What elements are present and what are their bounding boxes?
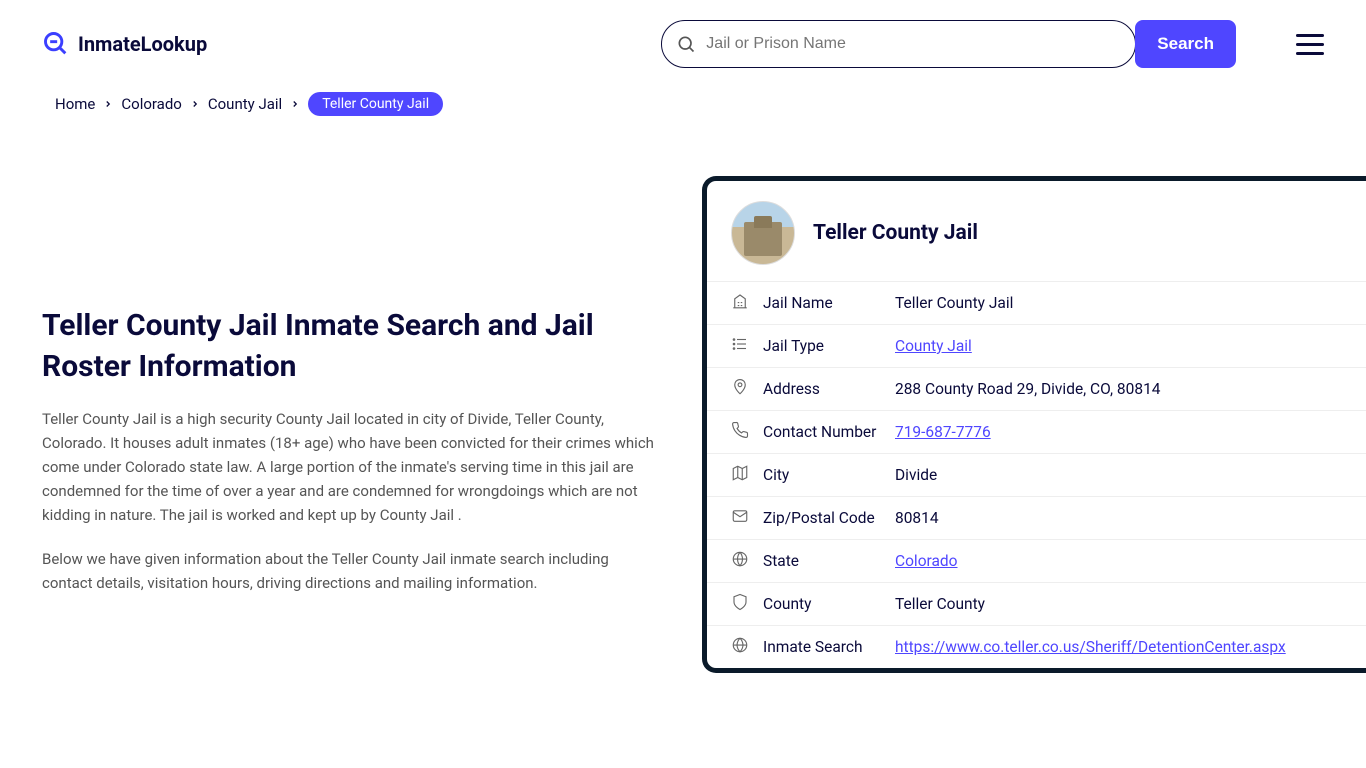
jail-info-card: Teller County Jail Jail Name Teller Count… [702,176,1366,673]
search-button[interactable]: Search [1135,20,1236,68]
search-icon [676,34,696,54]
row-value: Teller County [895,595,985,613]
info-row: State Colorado [707,539,1366,582]
row-value[interactable]: County Jail [895,337,972,355]
info-row: Jail Type County Jail [707,324,1366,367]
row-value: 288 County Road 29, Divide, CO, 80814 [895,380,1161,398]
pin-icon [731,378,749,400]
phone-icon [731,421,749,443]
magnifier-icon [42,30,70,58]
row-value[interactable]: https://www.co.teller.co.us/Sheriff/Dete… [895,638,1286,656]
intro-paragraph-1: Teller County Jail is a high security Co… [42,407,662,527]
search-box [661,20,1136,68]
brand-logo[interactable]: InmateLookup [42,30,207,58]
card-title: Teller County Jail [813,221,978,245]
shield-icon [731,593,749,615]
globe-icon [731,550,749,572]
row-label: Address [763,380,881,398]
breadcrumb-state[interactable]: Colorado [121,95,181,113]
jail-avatar [731,201,795,265]
map-icon [731,464,749,486]
row-label: State [763,552,881,570]
breadcrumb: Home Colorado County Jail Teller County … [0,92,1366,116]
info-row: Address 288 County Road 29, Divide, CO, 8… [707,367,1366,410]
breadcrumb-home[interactable]: Home [55,95,95,113]
info-row: City Divide [707,453,1366,496]
info-row: Jail Name Teller County Jail [707,281,1366,324]
row-value[interactable]: 719-687-7776 [895,423,991,441]
info-row: Inmate Search https://www.co.teller.co.us… [707,625,1366,668]
row-value[interactable]: Colorado [895,552,958,570]
breadcrumb-type[interactable]: County Jail [208,95,282,113]
row-label: Jail Type [763,337,881,355]
row-label: County [763,595,881,613]
row-value: Teller County Jail [895,294,1013,312]
search-input[interactable] [706,35,1121,53]
list-icon [731,335,749,357]
row-label: Jail Name [763,294,881,312]
menu-button[interactable] [1296,34,1324,55]
chevron-right-icon [190,99,200,109]
info-row: Zip/Postal Code 80814 [707,496,1366,539]
row-value: Divide [895,466,937,484]
page-title: Teller County Jail Inmate Search and Jai… [42,306,662,387]
info-row: Contact Number 719-687-7776 [707,410,1366,453]
building-icon [731,292,749,314]
intro-paragraph-2: Below we have given information about th… [42,547,662,595]
breadcrumb-current: Teller County Jail [308,92,443,116]
row-label: Zip/Postal Code [763,509,881,527]
mail-icon [731,507,749,529]
info-row: County Teller County [707,582,1366,625]
row-label: Contact Number [763,423,881,441]
chevron-right-icon [290,99,300,109]
web-icon [731,636,749,658]
chevron-right-icon [103,99,113,109]
row-value: 80814 [895,509,939,527]
row-label: Inmate Search [763,638,881,656]
row-label: City [763,466,881,484]
brand-text: InmateLookup [78,32,207,56]
